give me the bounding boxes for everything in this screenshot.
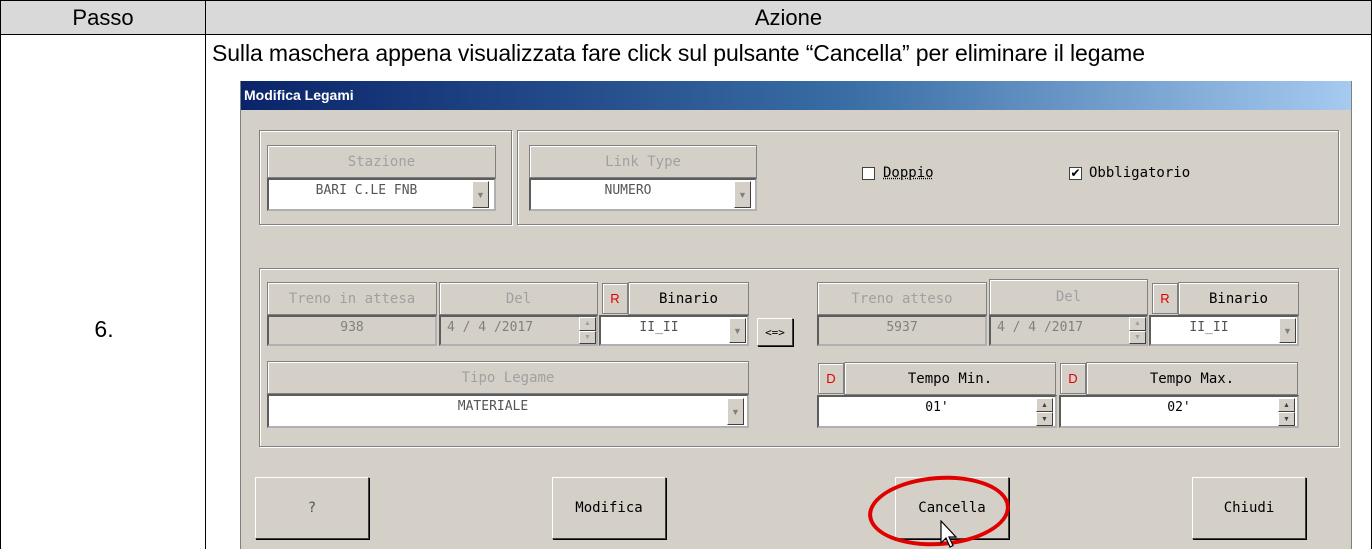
tempo-min-spinner[interactable]: ▲ ▼ bbox=[1036, 398, 1053, 426]
step-number: 6. bbox=[94, 316, 114, 342]
chevron-down-icon[interactable]: ▼ bbox=[729, 318, 746, 343]
spin-down-icon: ▼ bbox=[1129, 330, 1146, 344]
tempo-min-value: 01' bbox=[925, 400, 949, 415]
treno-atteso-label: Treno atteso bbox=[817, 282, 987, 315]
chevron-down-icon[interactable]: ▼ bbox=[727, 398, 744, 425]
modifica-legami-dialog: Modifica Legami Stazione BARI C.LE FNB ▼… bbox=[240, 81, 1352, 549]
binario-select-right[interactable]: II_II bbox=[1149, 315, 1299, 346]
stazione-select[interactable]: BARI C.LE FNB bbox=[267, 178, 496, 211]
dialog-titlebar: Modifica Legami bbox=[241, 81, 1351, 110]
binario-value-left: II_II bbox=[639, 320, 679, 335]
treno-atteso-value: 5937 bbox=[886, 320, 918, 335]
spin-down-icon: ▼ bbox=[579, 330, 596, 344]
header-azione: Azione bbox=[205, 0, 1372, 35]
treno-attesa-field: 938 bbox=[267, 315, 437, 346]
dialog-title: Modifica Legami bbox=[244, 87, 354, 103]
del-value-right: 4 / 4 /2017 bbox=[997, 320, 1084, 335]
obbligatorio-label: Obbligatorio bbox=[1089, 165, 1191, 181]
treno-atteso-field: 5937 bbox=[817, 315, 987, 346]
tipo-legame-value: MATERIALE bbox=[457, 399, 529, 414]
d-indicator-min: D bbox=[818, 363, 844, 394]
mouse-pointer-icon bbox=[940, 520, 958, 548]
r-indicator-left: R bbox=[602, 283, 628, 314]
instruction-text: Sulla maschera appena visualizzata fare … bbox=[212, 40, 1145, 66]
tempo-max-field[interactable]: 02' bbox=[1059, 395, 1299, 428]
obbligatorio-checkbox[interactable]: ✔ bbox=[1069, 167, 1082, 180]
spin-up-icon[interactable]: ▲ bbox=[1278, 398, 1295, 412]
help-button[interactable]: ? bbox=[255, 477, 369, 539]
chiudi-button[interactable]: Chiudi bbox=[1192, 477, 1306, 539]
chevron-down-icon[interactable]: ▼ bbox=[1279, 318, 1296, 343]
del-spinner-right: ▲ ▼ bbox=[1129, 317, 1146, 344]
tempo-max-spinner[interactable]: ▲ ▼ bbox=[1278, 398, 1295, 426]
link-type-value: NUMERO bbox=[604, 183, 652, 198]
del-label-right: Del bbox=[989, 279, 1148, 315]
spin-down-icon[interactable]: ▼ bbox=[1278, 412, 1295, 426]
del-label-left: Del bbox=[439, 282, 598, 315]
del-field-right: 4 / 4 /2017 bbox=[989, 315, 1148, 346]
treno-attesa-label: Treno in attesa bbox=[267, 282, 437, 315]
link-type-label: Link Type bbox=[529, 145, 757, 178]
binario-label-left: Binario bbox=[628, 282, 749, 315]
modifica-button[interactable]: Modifica bbox=[552, 477, 666, 539]
binario-select-left[interactable]: II_II bbox=[599, 315, 749, 346]
binario-label-right: Binario bbox=[1178, 282, 1299, 315]
spin-up-icon: ▲ bbox=[1129, 317, 1146, 331]
spin-up-icon[interactable]: ▲ bbox=[1036, 398, 1053, 412]
spin-down-icon[interactable]: ▼ bbox=[1036, 412, 1053, 426]
stazione-value: BARI C.LE FNB bbox=[315, 183, 418, 198]
doppio-label: Doppio bbox=[883, 165, 934, 181]
link-type-select[interactable]: NUMERO bbox=[529, 178, 757, 211]
step-cell: 6. bbox=[0, 34, 206, 549]
tipo-legame-select[interactable]: MATERIALE bbox=[267, 394, 749, 428]
r-indicator-right: R bbox=[1152, 283, 1178, 314]
chevron-down-icon[interactable]: ▼ bbox=[734, 181, 751, 208]
doppio-checkbox[interactable] bbox=[862, 167, 875, 180]
tempo-min-label: Tempo Min. bbox=[844, 362, 1056, 395]
spin-up-icon: ▲ bbox=[579, 317, 596, 331]
chevron-down-icon[interactable]: ▼ bbox=[472, 181, 489, 208]
treno-attesa-value: 938 bbox=[340, 320, 364, 335]
stazione-label: Stazione bbox=[267, 145, 496, 178]
tempo-min-field[interactable]: 01' bbox=[817, 395, 1057, 428]
tipo-legame-label: Tipo Legame bbox=[267, 361, 749, 394]
swap-button[interactable]: <=> bbox=[757, 318, 793, 346]
del-value-left: 4 / 4 /2017 bbox=[447, 320, 534, 335]
header-passo: Passo bbox=[0, 0, 206, 35]
tempo-max-value: 02' bbox=[1167, 400, 1191, 415]
del-spinner-left: ▲ ▼ bbox=[579, 317, 596, 344]
del-field-left: 4 / 4 /2017 bbox=[439, 315, 598, 346]
binario-value-right: II_II bbox=[1189, 320, 1229, 335]
d-indicator-max: D bbox=[1060, 363, 1086, 394]
tempo-max-label: Tempo Max. bbox=[1086, 362, 1298, 395]
